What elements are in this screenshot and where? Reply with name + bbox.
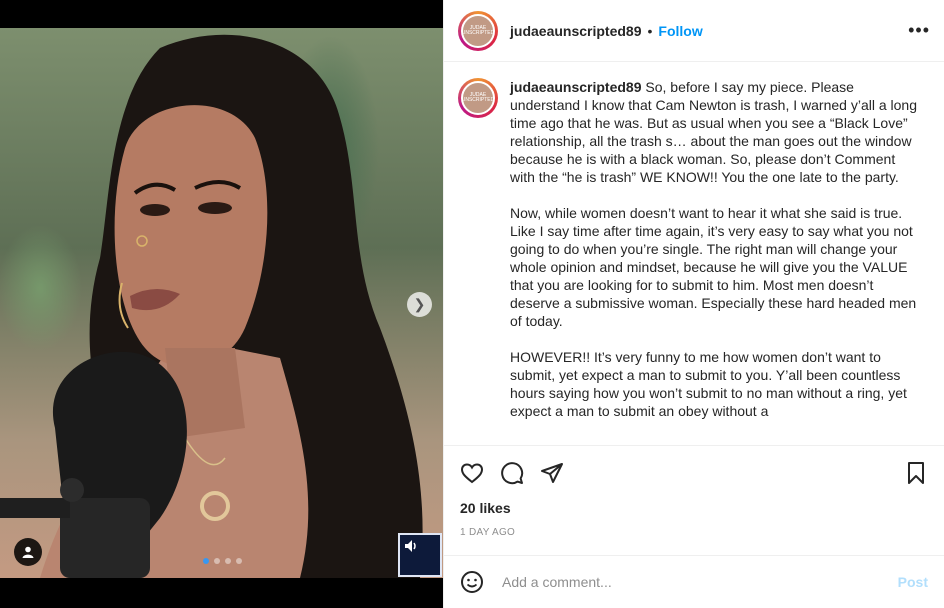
avatar-image: JUDAE UNSCRIPTED (461, 13, 495, 48)
speaker-icon (405, 540, 416, 552)
separator-dot: • (647, 22, 653, 39)
carousel-indicator (203, 558, 242, 564)
likes-count[interactable]: 20 likes (460, 500, 511, 516)
header-username[interactable]: judaeaunscripted89 (510, 23, 642, 39)
post-comment-button[interactable]: Post (898, 574, 928, 590)
letterbox-bottom (0, 578, 443, 608)
heart-icon[interactable] (460, 461, 484, 485)
caption-paragraph: judaeaunscripted89 So, before I say my p… (510, 78, 920, 186)
chevron-right-icon: ❯ (413, 296, 426, 312)
carousel-dot (214, 558, 220, 564)
follow-button[interactable]: Follow (658, 23, 702, 39)
carousel-dot (236, 558, 242, 564)
carousel-dot (225, 558, 231, 564)
caption-text: judaeaunscripted89 So, before I say my p… (510, 78, 920, 445)
sound-toggle-button[interactable] (398, 533, 442, 577)
avatar-logo-text: JUDAE UNSCRIPTED (461, 24, 495, 36)
comment-icon[interactable] (500, 461, 524, 485)
comment-bar: Post (444, 555, 944, 608)
caption-avatar-image: JUDAE UNSCRIPTED (461, 81, 495, 115)
more-horizontal-icon: ••• (908, 20, 930, 40)
caption-username[interactable]: judaeaunscripted89 (510, 79, 642, 95)
post-media[interactable]: ❯ (0, 0, 443, 608)
share-icon[interactable] (540, 461, 564, 485)
caption-area[interactable]: JUDAE UNSCRIPTED judaeaunscripted89 So, … (444, 62, 944, 445)
caption-paragraph-3: HOWEVER!! It’s very funny to me how wome… (510, 349, 907, 419)
tagged-users-button[interactable] (14, 538, 42, 566)
caption-avatar-logo-text: JUDAE UNSCRIPTED (461, 92, 495, 103)
avatar[interactable]: JUDAE UNSCRIPTED (458, 10, 498, 51)
carousel-next-button[interactable]: ❯ (407, 292, 432, 317)
post-actions (444, 445, 944, 499)
instagram-post-modal: ❯ JUDAE UNSCRIPTED judaeaunscripted89 • … (0, 0, 944, 608)
user-tag-icon (22, 546, 34, 558)
comment-input[interactable] (500, 573, 898, 591)
post-photo (0, 28, 443, 578)
caption-paragraph-2: Now, while women doesn’t want to hear it… (510, 205, 917, 329)
carousel-dot (203, 558, 209, 564)
post-timestamp[interactable]: 1 DAY AGO (460, 527, 515, 538)
post-details-panel: JUDAE UNSCRIPTED judaeaunscripted89 • Fo… (443, 0, 944, 608)
emoji-icon[interactable] (460, 570, 484, 594)
letterbox-top (0, 0, 443, 28)
caption-avatar[interactable]: JUDAE UNSCRIPTED (458, 78, 498, 118)
post-header: JUDAE UNSCRIPTED judaeaunscripted89 • Fo… (444, 0, 944, 62)
more-options-button[interactable]: ••• (908, 20, 930, 41)
bookmark-icon[interactable] (904, 461, 928, 485)
